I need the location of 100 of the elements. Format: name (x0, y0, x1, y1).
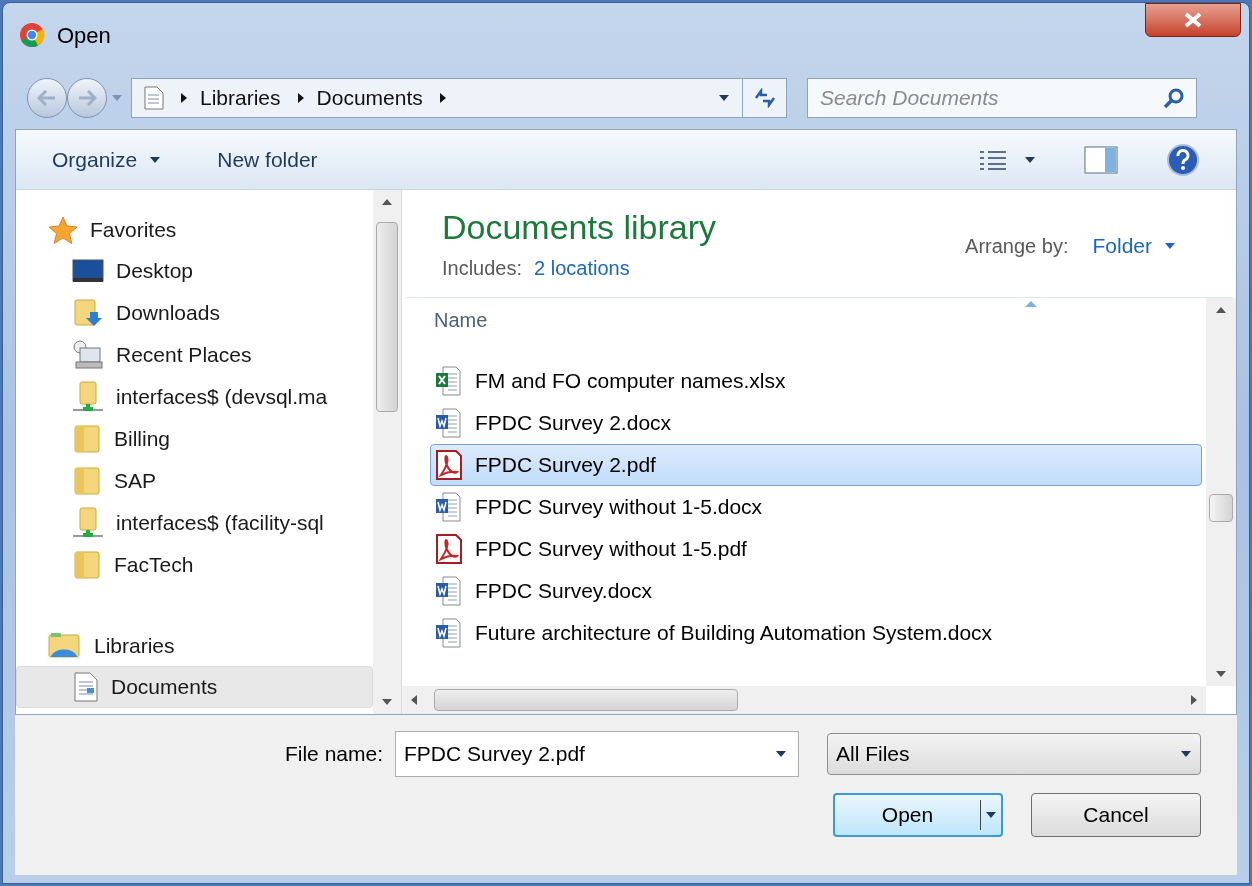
organize-button[interactable]: Organize (52, 143, 162, 176)
dropdown-caret-icon (1180, 750, 1192, 758)
nav-item[interactable]: Billing (16, 418, 373, 460)
document-icon (73, 672, 99, 702)
back-button[interactable] (27, 78, 67, 118)
library-icon (48, 632, 82, 660)
forward-button[interactable] (67, 78, 107, 118)
network-folder-icon (72, 507, 104, 539)
search-icon (1163, 87, 1185, 109)
scroll-up-icon (381, 198, 393, 206)
pdf-icon (435, 450, 463, 480)
locations-link[interactable]: 2 locations (534, 252, 630, 283)
open-button[interactable]: Open (833, 793, 1003, 837)
recent-places-icon (72, 340, 104, 370)
file-name: FPDC Survey.docx (475, 578, 652, 605)
dropdown-caret-icon (775, 750, 787, 758)
file-row[interactable]: FPDC Survey.docx (430, 570, 1202, 612)
back-arrow-icon (37, 90, 57, 106)
nav-group-header[interactable]: Libraries (16, 626, 373, 666)
nav-item[interactable]: interfaces$ (devsql.ma (16, 376, 373, 418)
nav-item-label: Downloads (116, 300, 220, 327)
breadcrumb-arrow-icon (296, 92, 305, 104)
refresh-icon (752, 88, 777, 108)
file-row[interactable]: Future architecture of Building Automation System.docx (430, 612, 1202, 654)
arrange-by-dropdown[interactable]: Folder (1092, 230, 1176, 262)
nav-group-label: Libraries (94, 633, 175, 660)
nav-item[interactable]: Documents (16, 666, 373, 708)
word-document-icon (435, 576, 463, 606)
spreadsheet-icon (435, 366, 463, 396)
column-header[interactable]: Name (430, 305, 488, 335)
file-name: FPDC Survey 2.pdf (475, 452, 656, 479)
vertical-scrollbar[interactable] (373, 190, 401, 714)
view-options-button[interactable] (978, 148, 1036, 171)
file-row[interactable]: FPDC Survey without 1-5.pdf (430, 528, 1202, 570)
breadcrumb[interactable]: Documents (316, 82, 423, 114)
file-row[interactable]: FPDC Survey 2.pdf (430, 444, 1202, 486)
arrange-by-label: Arrange by: (965, 233, 1069, 259)
close-button[interactable] (1145, 3, 1241, 37)
file-name: FPDC Survey without 1-5.docx (475, 494, 763, 521)
help-button[interactable] (1166, 142, 1200, 177)
star-icon (48, 216, 78, 244)
nav-group-label: Favorites (90, 217, 177, 244)
nav-item-label: Documents (111, 674, 218, 701)
monitor-icon (72, 258, 104, 284)
word-document-icon (435, 618, 463, 648)
new-folder-button[interactable]: New folder (217, 143, 318, 176)
file-row[interactable]: FM and FO computer names.xlsx (430, 360, 1202, 402)
sort-arrow-icon (1024, 300, 1038, 308)
document-icon (144, 86, 164, 110)
scrollbar-thumb[interactable] (376, 222, 398, 412)
address-bar[interactable]: Libraries Documents (131, 78, 787, 118)
nav-item[interactable]: Desktop (16, 250, 373, 292)
breadcrumb-arrow-icon (180, 92, 188, 104)
library-title: Documents library (442, 207, 716, 248)
nav-item[interactable]: SAP (16, 460, 373, 502)
caret-icon (1024, 155, 1036, 164)
scrollbar-thumb[interactable] (1209, 494, 1233, 522)
split-caret-icon (985, 811, 997, 819)
horizontal-scrollbar[interactable] (402, 686, 1206, 714)
nav-item[interactable]: FacTech (16, 544, 373, 586)
network-folder-icon (72, 381, 104, 413)
scroll-down-icon (1215, 670, 1227, 678)
file-name-label: File name: (284, 741, 383, 768)
nav-item-label: Billing (114, 426, 171, 453)
window-title: Open (57, 21, 111, 50)
list-view-icon (978, 148, 1008, 171)
folder-download-icon (72, 298, 104, 328)
preview-pane-icon (1084, 145, 1118, 174)
includes-label: Includes: (442, 255, 523, 281)
file-row[interactable]: FPDC Survey 2.docx (430, 402, 1202, 444)
scroll-up-icon (1215, 306, 1227, 314)
cancel-button[interactable]: Cancel (1031, 793, 1201, 837)
nav-item-label: Recent Places (116, 342, 252, 369)
help-icon (1166, 142, 1200, 177)
pdf-icon (435, 534, 463, 564)
nav-item[interactable]: interfaces$ (facility-sql (16, 502, 373, 544)
file-row[interactable]: FPDC Survey without 1-5.docx (430, 486, 1202, 528)
file-name: FM and FO computer names.xlsx (475, 368, 786, 395)
browser-logo-icon (19, 22, 45, 48)
address-dropdown-icon (718, 94, 730, 102)
caret-icon (149, 155, 162, 164)
nav-item[interactable]: Downloads (16, 292, 373, 334)
search-field[interactable]: Search Documents (807, 78, 1197, 118)
forward-arrow-icon (77, 90, 97, 106)
history-dropdown-icon (111, 94, 123, 102)
file-name-field[interactable]: FPDC Survey 2.pdf (395, 731, 799, 777)
file-type-dropdown[interactable]: All Files (827, 733, 1201, 775)
vertical-scrollbar[interactable] (1206, 298, 1236, 686)
scroll-right-icon (1190, 694, 1198, 706)
nav-item-label: FacTech (114, 552, 194, 579)
breadcrumb[interactable]: Libraries (200, 82, 281, 114)
folder-icon (72, 424, 102, 454)
scrollbar-thumb[interactable] (434, 689, 738, 711)
caret-icon (1164, 241, 1176, 250)
preview-pane-button[interactable] (1084, 145, 1118, 174)
word-document-icon (435, 492, 463, 522)
nav-group-header[interactable]: Favorites (16, 210, 373, 250)
nav-item-label: SAP (114, 468, 157, 495)
nav-item[interactable]: Recent Places (16, 334, 373, 376)
nav-item-label: Desktop (116, 258, 194, 285)
